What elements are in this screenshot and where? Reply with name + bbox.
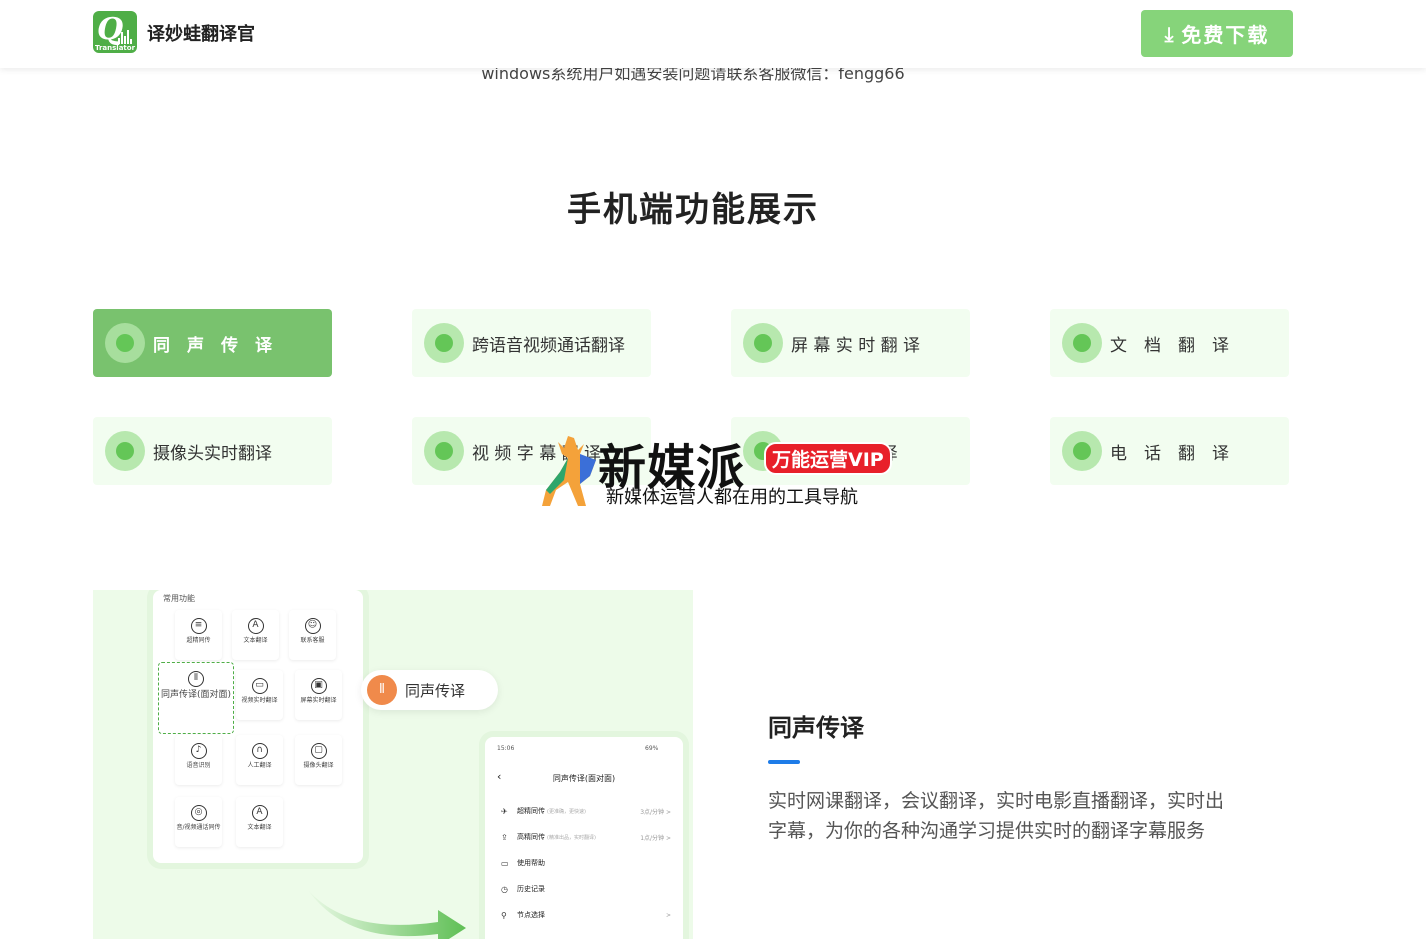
site-header: Q Translator 译妙蛙翻译官 ⤓ 免费下载 [0, 0, 1426, 68]
watermark-overlay: 新媒派 万能运营VIP 新媒体运营人都在用的工具导航 [538, 428, 898, 512]
status-battery: 69% [645, 745, 659, 752]
feature-card-phone[interactable]: 电 话 翻 译 [1050, 417, 1289, 485]
sound-wave-icon [118, 25, 134, 44]
feature-label: 文 档 翻 译 [1110, 335, 1229, 356]
grid-item[interactable]: A 文本翻译 [236, 797, 283, 847]
brand-name[interactable]: 译妙蛙翻译官 [147, 20, 255, 46]
rocket-icon: ✈ [501, 806, 508, 816]
option-row[interactable]: ⇪ 高精同传 (精准出品，实时翻译) 1点/分钟 > [501, 829, 671, 845]
watermark-subtitle: 新媒体运营人都在用的工具导航 [606, 487, 858, 508]
grid-item-highlighted[interactable]: ⦀ 同声传译(面对面) [158, 662, 234, 734]
phone-screen-functions: 常用功能 ≡ 超精同传 A 文本翻译 ☺ 联系客服 ⦀ 同声传译(面对面) ▭ 视频实时翻… [153, 590, 363, 863]
grid-icon: A [251, 805, 268, 821]
grid-icon: ▭ [251, 678, 268, 694]
download-label: 免费下载 [1181, 23, 1270, 47]
option-row[interactable]: ▭ 使用帮助 [501, 855, 671, 871]
phone-smile-icon [1062, 431, 1102, 471]
option-label: 使用帮助 [517, 859, 545, 867]
grid-item[interactable]: ▣ 屏幕实时翻译 [295, 670, 342, 720]
grid-label: 文本翻译 [243, 637, 268, 644]
phone-screen-title: 同声传译(面对面) [552, 774, 616, 783]
feature-label: 摄像头实时翻译 [153, 443, 272, 464]
grid-item[interactable]: ◎ 音/视频通话同传 [175, 797, 222, 847]
feature-label: 屏 幕 实 时 翻 译 [791, 335, 921, 356]
section-title: 手机端功能展示 [567, 190, 819, 230]
grid-item[interactable]: ▢ 摄像头翻译 [295, 735, 342, 785]
grid-item[interactable]: ∩ 人工翻译 [236, 735, 283, 785]
sound-wave-icon: ⦀ [367, 675, 397, 705]
grid-label: 文本翻译 [247, 824, 272, 831]
watermark-badge: 万能运营VIP [764, 442, 892, 475]
book-icon: ▭ [501, 858, 509, 868]
title-underline [768, 760, 800, 764]
feature-label: 电 话 翻 译 [1110, 443, 1229, 464]
option-note: (更准确，更快速) [547, 808, 586, 815]
grid-item[interactable]: ☺ 联系客服 [289, 610, 336, 660]
feature-label: 跨语音视频通话翻译 [472, 335, 625, 356]
grid-icon: ▣ [310, 678, 327, 694]
grid-label: 视频实时翻译 [241, 697, 278, 704]
feature-card-camera[interactable]: 摄像头实时翻译 [93, 417, 332, 485]
grid-icon: ≡ [190, 618, 207, 634]
grid-label: 同声传译(面对面) [160, 690, 232, 700]
grid-icon: ∩ [251, 743, 268, 759]
option-label: 超精同传 [517, 807, 545, 815]
curved-arrow-icon [308, 890, 466, 939]
video-call-icon [424, 323, 464, 363]
option-row[interactable]: ⚲ 节点选择 > [501, 907, 671, 923]
feature-card-screen[interactable]: 屏 幕 实 时 翻 译 [731, 309, 970, 377]
grid-label: 联系客服 [300, 637, 325, 644]
feature-card-document[interactable]: 文 档 翻 译 [1050, 309, 1289, 377]
grid-label: 语音识别 [186, 762, 211, 769]
feature-card-simultaneous[interactable]: 同 声 传 译 [93, 309, 332, 377]
option-label: 节点选择 [517, 911, 545, 919]
option-chevron: > [665, 911, 671, 919]
free-download-button[interactable]: ⤓ 免费下载 [1141, 10, 1293, 57]
feature-card-video-call[interactable]: 跨语音视频通话翻译 [412, 309, 651, 377]
option-row[interactable]: ✈ 超精同传 (更准确，更快速) 3点/分钟 > [501, 803, 671, 819]
option-label: 高精同传 [517, 833, 545, 841]
deer-logo-icon [542, 436, 596, 506]
grid-item[interactable]: ▭ 视频实时翻译 [236, 670, 283, 720]
grid-icon: ♪ [190, 743, 207, 759]
download-arrow-icon: ⤓ [1164, 21, 1176, 46]
option-label: 历史记录 [517, 885, 545, 893]
logo[interactable]: Q Translator [93, 11, 137, 53]
grid-label: 屏幕实时翻译 [300, 697, 337, 704]
video-subtitle-icon [424, 431, 464, 471]
pill-label: 同声传译 [405, 681, 466, 700]
network-icon: ⚲ [501, 910, 507, 920]
phone-screen-simultaneous: 15:06 69% ‹ 同声传译(面对面) ✈ 超精同传 (更准确，更快速) 3点/分… [485, 737, 683, 939]
grid-icon: ☺ [304, 618, 321, 634]
grid-item[interactable]: ≡ 超精同传 [175, 610, 222, 660]
grid-label: 超精同传 [186, 637, 211, 644]
status-time: 15:06 [497, 745, 515, 752]
simultaneous-pill[interactable]: ⦀ 同声传译 [361, 670, 498, 710]
clock-icon: ◷ [501, 884, 508, 894]
grid-label: 音/视频通话同传 [176, 824, 221, 831]
logo-tag: Translator [94, 44, 136, 52]
microphone-wave-icon [105, 323, 145, 363]
document-icon [1062, 323, 1102, 363]
grid-icon: A [247, 618, 264, 634]
grid-icon: ◎ [190, 805, 207, 821]
feature-description-text: 实时网课翻译，会议翻译，实时电影直播翻译，实时出字幕，为你的各种沟通学习提供实时… [768, 790, 1225, 842]
common-functions-title: 常用功能 [163, 594, 195, 603]
option-note: (精准出品，实时翻译) [547, 834, 596, 841]
option-row[interactable]: ◷ 历史记录 [501, 881, 671, 897]
grid-item[interactable]: A 文本翻译 [232, 610, 279, 660]
grid-item[interactable]: ♪ 语音识别 [175, 735, 222, 785]
grid-icon: ⦀ [188, 671, 204, 687]
grid-icon: ▢ [310, 743, 327, 759]
option-price: 3点/分钟 > [640, 808, 671, 816]
grid-label: 摄像头翻译 [303, 762, 334, 769]
screen-chat-icon [743, 323, 783, 363]
option-price: 1点/分钟 > [640, 834, 671, 842]
feature-label: 同 声 传 译 [153, 335, 272, 356]
camera-icon [105, 431, 145, 471]
grid-label: 人工翻译 [247, 762, 272, 769]
feature-description-title: 同声传译 [768, 714, 864, 742]
upload-icon: ⇪ [501, 832, 508, 842]
feature-showcase-image: 常用功能 ≡ 超精同传 A 文本翻译 ☺ 联系客服 ⦀ 同声传译(面对面) ▭ 视频实时翻… [93, 590, 693, 939]
